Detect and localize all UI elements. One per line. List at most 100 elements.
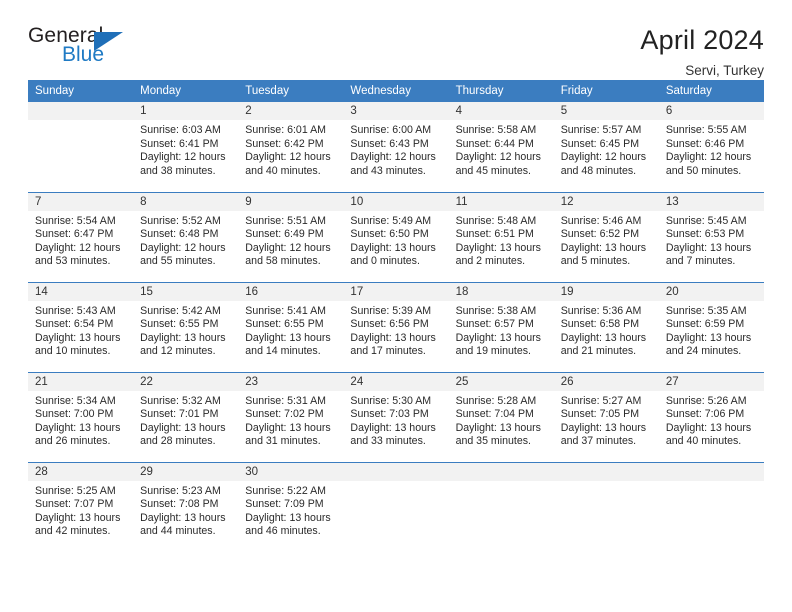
- day-cell-inner: 5 Sunrise: 5:57 AM Sunset: 6:45 PM Daylight…: [553, 102, 659, 192]
- calendar-day-cell[interactable]: 16 Sunrise: 5:41 AM Sunset: 6:55 PM Dayligh…: [238, 282, 344, 373]
- calendar-day-cell[interactable]: 30 Sunrise: 5:22 AM Sunset: 7:09 PM Dayligh…: [238, 462, 344, 552]
- day-cell-inner: 28 Sunrise: 5:25 AM Sunset: 7:07 PM Dayligh…: [28, 462, 134, 553]
- day-number: 9: [238, 192, 344, 211]
- daylight-text-line2: and 5 minutes.: [560, 255, 631, 268]
- day-number: 10: [343, 192, 449, 211]
- calendar-day-cell[interactable]: 21 Sunrise: 5:34 AM Sunset: 7:00 PM Dayligh…: [28, 372, 134, 463]
- day-sun-info: Sunrise: 6:03 AM Sunset: 6:41 PM Daylight:…: [133, 120, 238, 178]
- sunrise-text: Sunrise: 5:38 AM: [455, 304, 537, 317]
- daylight-text-line2: and 21 minutes.: [560, 345, 637, 358]
- calendar-day-cell[interactable]: 6 Sunrise: 5:55 AM Sunset: 6:46 PM Daylight…: [658, 102, 764, 193]
- sunrise-text: Sunrise: 5:48 AM: [455, 214, 537, 227]
- calendar-day-cell[interactable]: 3 Sunrise: 6:00 AM Sunset: 6:43 PM Daylight…: [343, 102, 449, 193]
- day-cell-inner: [553, 462, 659, 553]
- day-number: 14: [28, 282, 134, 301]
- calendar-day-cell[interactable]: 13 Sunrise: 5:45 AM Sunset: 6:53 PM Dayligh…: [658, 192, 764, 283]
- sunset-text: Sunset: 6:43 PM: [350, 137, 429, 150]
- daylight-text-line2: and 40 minutes.: [245, 164, 321, 177]
- calendar-day-cell[interactable]: 5 Sunrise: 5:57 AM Sunset: 6:45 PM Daylight…: [553, 102, 659, 193]
- day-cell-inner: 17 Sunrise: 5:39 AM Sunset: 6:56 PM Dayligh…: [343, 282, 449, 372]
- calendar-day-cell[interactable]: 10 Sunrise: 5:49 AM Sunset: 6:50 PM Dayligh…: [343, 192, 449, 283]
- calendar-day-cell[interactable]: 25 Sunrise: 5:28 AM Sunset: 7:04 PM Dayligh…: [448, 372, 554, 463]
- sunrise-text: Sunrise: 5:27 AM: [560, 394, 642, 407]
- calendar-week-row: 21 Sunrise: 5:34 AM Sunset: 7:00 PM Dayligh…: [28, 372, 764, 463]
- day-number: 18: [448, 282, 554, 301]
- day-number: 26: [553, 372, 659, 391]
- sunset-text: Sunset: 7:03 PM: [350, 408, 429, 421]
- calendar-day-cell[interactable]: 22 Sunrise: 5:32 AM Sunset: 7:01 PM Dayligh…: [133, 372, 239, 463]
- calendar-day-cell[interactable]: 27 Sunrise: 5:26 AM Sunset: 7:06 PM Dayligh…: [658, 372, 764, 463]
- calendar-day-cell[interactable]: 15 Sunrise: 5:42 AM Sunset: 6:55 PM Dayligh…: [133, 282, 239, 373]
- daylight-text-line1: Daylight: 13 hours: [560, 331, 647, 344]
- day-cell-inner: 29 Sunrise: 5:23 AM Sunset: 7:08 PM Dayligh…: [133, 462, 239, 553]
- calendar-day-cell[interactable]: 24 Sunrise: 5:30 AM Sunset: 7:03 PM Dayligh…: [343, 372, 449, 463]
- sunset-text: Sunset: 7:04 PM: [455, 408, 534, 421]
- day-cell-inner: 14 Sunrise: 5:43 AM Sunset: 6:54 PM Dayligh…: [28, 282, 134, 372]
- calendar-day-cell[interactable]: 2 Sunrise: 6:01 AM Sunset: 6:42 PM Daylight…: [238, 102, 344, 193]
- day-sun-info: Sunrise: 5:58 AM Sunset: 6:44 PM Daylight:…: [449, 120, 554, 178]
- day-sun-info: Sunrise: 5:39 AM Sunset: 6:56 PM Daylight:…: [343, 301, 448, 359]
- daylight-text-line2: and 40 minutes.: [665, 435, 742, 448]
- day-sun-info: Sunrise: 6:01 AM Sunset: 6:42 PM Daylight:…: [238, 120, 343, 178]
- day-cell-inner: 6 Sunrise: 5:55 AM Sunset: 6:46 PM Daylight…: [658, 102, 764, 192]
- sunset-text: Sunset: 7:07 PM: [35, 498, 114, 511]
- daylight-text-line1: Daylight: 13 hours: [245, 511, 331, 524]
- daylight-text-line1: Daylight: 13 hours: [245, 331, 331, 344]
- daylight-text-line1: Daylight: 13 hours: [350, 331, 436, 344]
- calendar-day-cell[interactable]: 28 Sunrise: 5:25 AM Sunset: 7:07 PM Dayligh…: [28, 462, 134, 553]
- calendar-day-cell[interactable]: 23 Sunrise: 5:31 AM Sunset: 7:02 PM Dayligh…: [238, 372, 344, 463]
- day-cell-inner: 27 Sunrise: 5:26 AM Sunset: 7:06 PM Dayligh…: [658, 372, 764, 462]
- calendar-day-cell[interactable]: 8 Sunrise: 5:52 AM Sunset: 6:48 PM Daylight…: [133, 192, 239, 283]
- calendar-week-row: 28 Sunrise: 5:25 AM Sunset: 7:07 PM Dayligh…: [28, 462, 764, 552]
- daylight-text-line1: Daylight: 13 hours: [665, 331, 752, 344]
- calendar-day-cell[interactable]: 14 Sunrise: 5:43 AM Sunset: 6:54 PM Dayligh…: [28, 282, 134, 373]
- sunrise-text: Sunrise: 5:57 AM: [560, 124, 642, 136]
- page-title: April 2024: [640, 25, 764, 55]
- calendar-header-row: Sunday Monday Tuesday Wednesday Thursday Frid…: [28, 80, 764, 102]
- sunset-text: Sunset: 6:56 PM: [350, 318, 429, 331]
- daylight-text-line1: Daylight: 13 hours: [665, 241, 752, 254]
- calendar-day-cell[interactable]: 19 Sunrise: 5:36 AM Sunset: 6:58 PM Dayligh…: [553, 282, 659, 373]
- day-sun-info: Sunrise: 6:00 AM Sunset: 6:43 PM Daylight:…: [343, 120, 448, 178]
- daylight-text-line1: Daylight: 12 hours: [245, 151, 331, 164]
- sunrise-text: Sunrise: 5:58 AM: [455, 124, 537, 136]
- sunset-text: Sunset: 7:09 PM: [245, 498, 324, 511]
- day-sun-info: Sunrise: 5:42 AM Sunset: 6:55 PM Daylight:…: [133, 301, 238, 359]
- day-sun-info: Sunrise: 5:55 AM Sunset: 6:46 PM Daylight:…: [659, 120, 764, 178]
- weekday-header-thursday: Thursday: [448, 80, 554, 102]
- sunrise-text: Sunrise: 6:00 AM: [350, 124, 432, 136]
- day-number: 16: [238, 282, 344, 301]
- calendar-day-cell[interactable]: 11 Sunrise: 5:48 AM Sunset: 6:51 PM Dayligh…: [448, 192, 554, 283]
- daylight-text-line1: Daylight: 12 hours: [665, 151, 752, 164]
- day-number: 28: [28, 462, 134, 481]
- day-number: 1: [133, 102, 239, 120]
- daylight-text-line1: Daylight: 13 hours: [140, 331, 226, 344]
- day-number: 17: [343, 282, 449, 301]
- day-number: 13: [658, 192, 764, 211]
- calendar-day-cell[interactable]: 20 Sunrise: 5:35 AM Sunset: 6:59 PM Dayligh…: [658, 282, 764, 373]
- day-number: 5: [553, 102, 659, 120]
- calendar-day-cell[interactable]: 29 Sunrise: 5:23 AM Sunset: 7:08 PM Dayligh…: [133, 462, 239, 553]
- daylight-text-line1: Daylight: 13 hours: [245, 421, 331, 434]
- day-sun-info: Sunrise: 5:52 AM Sunset: 6:48 PM Daylight:…: [133, 211, 238, 269]
- calendar-day-cell[interactable]: 18 Sunrise: 5:38 AM Sunset: 6:57 PM Dayligh…: [448, 282, 554, 373]
- day-cell-inner: 15 Sunrise: 5:42 AM Sunset: 6:55 PM Dayligh…: [133, 282, 239, 372]
- day-sun-info: Sunrise: 5:51 AM Sunset: 6:49 PM Daylight:…: [238, 211, 343, 269]
- weekday-header-monday: Monday: [133, 80, 239, 102]
- calendar-day-cell[interactable]: 17 Sunrise: 5:39 AM Sunset: 6:56 PM Dayligh…: [343, 282, 449, 373]
- daylight-text-line1: Daylight: 13 hours: [560, 421, 647, 434]
- day-cell-inner: [448, 462, 554, 553]
- calendar-day-cell[interactable]: 7 Sunrise: 5:54 AM Sunset: 6:47 PM Daylight…: [28, 192, 134, 283]
- day-sun-info: [28, 120, 133, 124]
- day-sun-info: Sunrise: 5:34 AM Sunset: 7:00 PM Daylight:…: [28, 391, 133, 449]
- day-sun-info: Sunrise: 5:49 AM Sunset: 6:50 PM Daylight:…: [343, 211, 448, 269]
- calendar-day-cell[interactable]: 4 Sunrise: 5:58 AM Sunset: 6:44 PM Daylight…: [448, 102, 554, 193]
- calendar-day-cell[interactable]: 12 Sunrise: 5:46 AM Sunset: 6:52 PM Dayligh…: [553, 192, 659, 283]
- day-cell-inner: 19 Sunrise: 5:36 AM Sunset: 6:58 PM Dayligh…: [553, 282, 659, 372]
- calendar-day-cell[interactable]: 1 Sunrise: 6:03 AM Sunset: 6:41 PM Daylight…: [133, 102, 239, 193]
- day-sun-info: Sunrise: 5:28 AM Sunset: 7:04 PM Daylight:…: [449, 391, 554, 449]
- calendar-day-cell[interactable]: 26 Sunrise: 5:27 AM Sunset: 7:05 PM Dayligh…: [553, 372, 659, 463]
- calendar-day-cell-empty: [343, 462, 449, 552]
- calendar-day-cell[interactable]: 9 Sunrise: 5:51 AM Sunset: 6:49 PM Daylight…: [238, 192, 344, 283]
- daylight-text-line2: and 55 minutes.: [140, 255, 216, 268]
